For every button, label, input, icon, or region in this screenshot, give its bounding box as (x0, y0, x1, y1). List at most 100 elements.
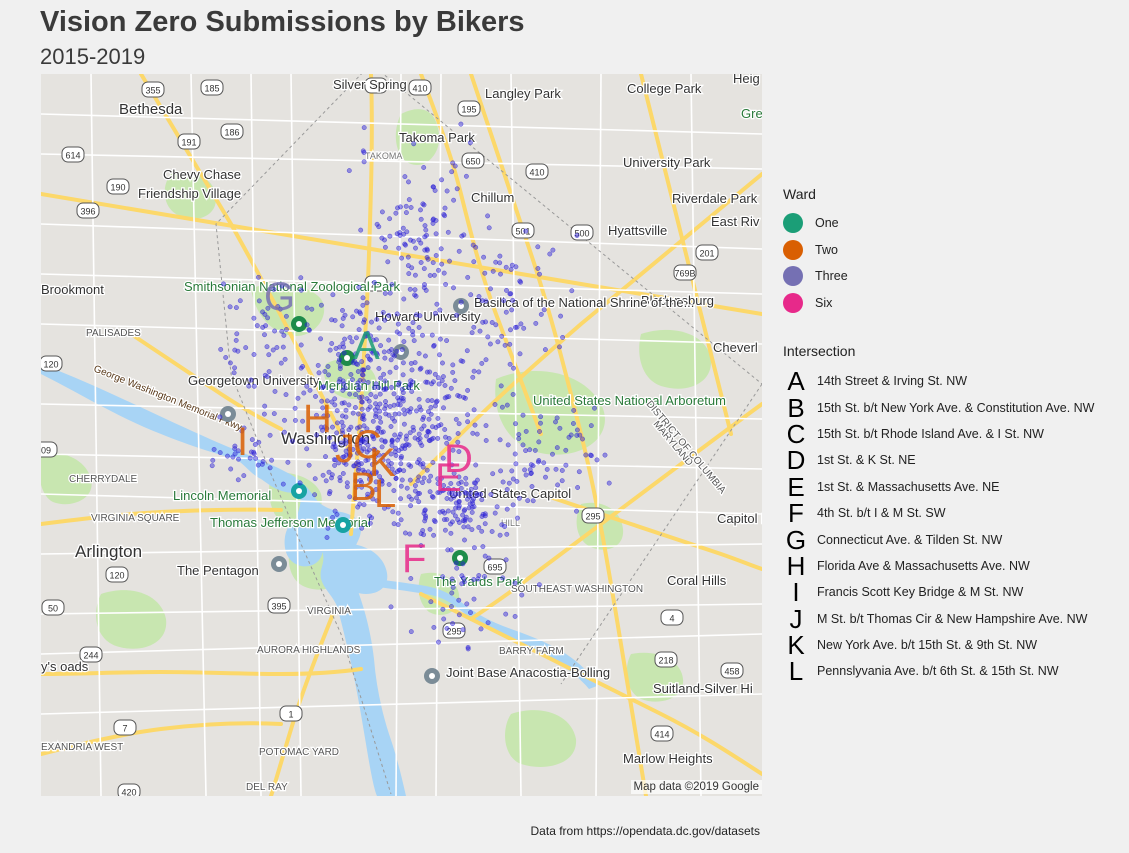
route-shield-icon: 396 (76, 202, 100, 219)
intersection-letter: G (785, 524, 807, 555)
place-label: PALISADES (86, 328, 141, 339)
intersection-legend-item: C 15th St. b/t Rhode Island Ave. & I St. … (783, 421, 1094, 447)
place-label: Cheverl (713, 340, 758, 355)
svg-text:1: 1 (288, 710, 293, 720)
place-label: Friendship Village (138, 186, 241, 201)
svg-text:186: 186 (224, 128, 239, 138)
route-shield-icon: 185 (200, 79, 224, 96)
svg-text:295: 295 (585, 512, 600, 522)
ward-swatch (783, 292, 803, 313)
intersection-legend-item: E 1st St. & Massachusetts Ave. NE (783, 474, 1094, 500)
route-shield-icon: 614 (61, 146, 85, 163)
svg-text:09: 09 (41, 446, 51, 456)
intersection-letter: H (786, 550, 806, 581)
svg-text:614: 614 (65, 151, 80, 161)
chart-title: Vision Zero Submissions by Bikers (40, 6, 525, 38)
pentagon-pin-icon (271, 556, 287, 572)
svg-text:120: 120 (109, 571, 124, 581)
place-label: Marlow Heights (623, 751, 713, 766)
intersection-legend-label: 15th St. b/t Rhode Island Ave. & I St. N… (817, 426, 1044, 441)
map-attribution: Map data ©2019 Google (630, 780, 762, 794)
intersection-marker: L (374, 472, 396, 516)
intersection-legend-label: Florida Ave & Massachusetts Ave. NW (817, 558, 1030, 573)
place-label: United States National Arboretum (533, 393, 726, 408)
svg-text:355: 355 (145, 86, 160, 96)
intersection-legend-item: J M St. b/t Thomas Cir & New Hampshire Av… (783, 606, 1094, 632)
place-label: Bethesda (119, 101, 183, 118)
intersection-letter: D (786, 445, 806, 476)
route-shield-icon: 191 (177, 133, 201, 150)
place-label: Coral Hills (667, 573, 727, 588)
place-label: Brookmont (41, 282, 104, 297)
place-label: Takoma Park (399, 130, 475, 145)
place-label: University Park (623, 155, 711, 170)
svg-text:501: 501 (515, 227, 530, 237)
svg-text:218: 218 (658, 656, 673, 666)
svg-text:195: 195 (461, 105, 476, 115)
place-label: SOUTHEAST WASHINGTON (511, 584, 643, 595)
intersection-letter: B (787, 392, 805, 423)
intersection-letter: K (787, 630, 805, 661)
place-label: Langley Park (485, 86, 561, 101)
route-shield-icon: 218 (654, 651, 678, 668)
map-canvas[interactable]: 355 185 29 410195191186614650410190396501 50… (41, 74, 762, 796)
route-shield-icon: 500 (570, 224, 594, 241)
map-panel[interactable]: 355 185 29 410 195 191 186 614 650 410 190 396 501 50… (41, 74, 762, 796)
intersection-legend-label: 1st St. & Massachusetts Ave. NE (817, 479, 1000, 494)
intersection-legend-label: Pennslyvania Ave. b/t 6th St. & 15th St.… (817, 664, 1059, 679)
place-label: Heig (733, 74, 760, 86)
place-label: DEL RAY (246, 782, 288, 793)
intersection-legend: Intersection A 14th Street & Irving St. N… (783, 343, 1094, 685)
place-label: EXANDRIA WEST (41, 742, 123, 753)
intersection-letter: C (786, 418, 806, 449)
intersection-legend-label: 15th St. b/t New York Ave. & Constitutio… (817, 400, 1095, 415)
intersection-letter: I (792, 577, 800, 608)
route-shield-icon: 190 (106, 178, 130, 195)
place-label: Chevy Chase (163, 167, 241, 182)
svg-text:410: 410 (529, 168, 544, 178)
intersection-legend-item: D 1st St. & K St. NE (783, 447, 1094, 473)
route-shield-icon: 50 (41, 599, 65, 616)
intersection-marker: G (264, 275, 295, 319)
intersection-legend-item: H Florida Ave & Massachusetts Ave. NW (783, 553, 1094, 579)
intersection-letter: J (789, 603, 803, 634)
intersection-legend-item: F 4th St. b/t I & M St. SW (783, 500, 1094, 526)
svg-text:191: 191 (181, 138, 196, 148)
place-label: TAKOMA (365, 151, 402, 161)
route-shield-icon: 769B (673, 264, 697, 281)
intersection-letter: A (787, 366, 805, 397)
ward-legend-label: One (815, 216, 839, 231)
place-label: VIRGINIA SQUARE (91, 513, 180, 524)
jbab-pin-icon (424, 668, 440, 684)
ward-legend-item: Six (783, 290, 848, 317)
data-source-caption: Data from https://opendata.dc.gov/datase… (530, 824, 760, 838)
place-label: y's oads (41, 659, 89, 674)
svg-text:396: 396 (80, 207, 95, 217)
svg-text:414: 414 (654, 730, 669, 740)
georgetown-pin-icon (220, 406, 236, 422)
intersection-legend-label: Connecticut Ave. & Tilden St. NW (817, 532, 1003, 547)
place-label: BARRY FARM (499, 646, 564, 657)
route-shield-icon: 7 (113, 719, 137, 736)
intersection-marker: E (435, 456, 462, 500)
place-label: Silver Spring (333, 77, 407, 92)
svg-text:201: 201 (699, 249, 714, 259)
intersection-legend-label: Francis Scott Key Bridge & M St. NW (817, 585, 1024, 600)
place-label: Chillum (471, 190, 514, 205)
ward-legend-label: Six (815, 295, 833, 310)
svg-text:50: 50 (48, 604, 58, 614)
intersection-legend-label: 14th Street & Irving St. NW (817, 374, 968, 389)
intersection-marker: F (402, 537, 426, 581)
route-shield-icon: 414 (650, 725, 674, 742)
svg-text:185: 185 (204, 84, 219, 94)
intersection-legend-label: M St. b/t Thomas Cir & New Hampshire Ave… (817, 611, 1088, 626)
jefferson-pin-icon (335, 517, 351, 533)
svg-text:395: 395 (271, 602, 286, 612)
route-shield-icon: 355 (141, 81, 165, 98)
intersection-legend-item: G Connecticut Ave. & Tilden St. NW (783, 524, 1094, 555)
intersection-legend-label: 1st St. & K St. NE (817, 453, 916, 468)
route-shield-icon: 09 (41, 441, 58, 458)
intersection-marker: I (237, 420, 248, 464)
intersection-legend-item: B 15th St. b/t New York Ave. & Constituti… (783, 392, 1095, 423)
route-shield-icon: 420 (117, 783, 141, 796)
